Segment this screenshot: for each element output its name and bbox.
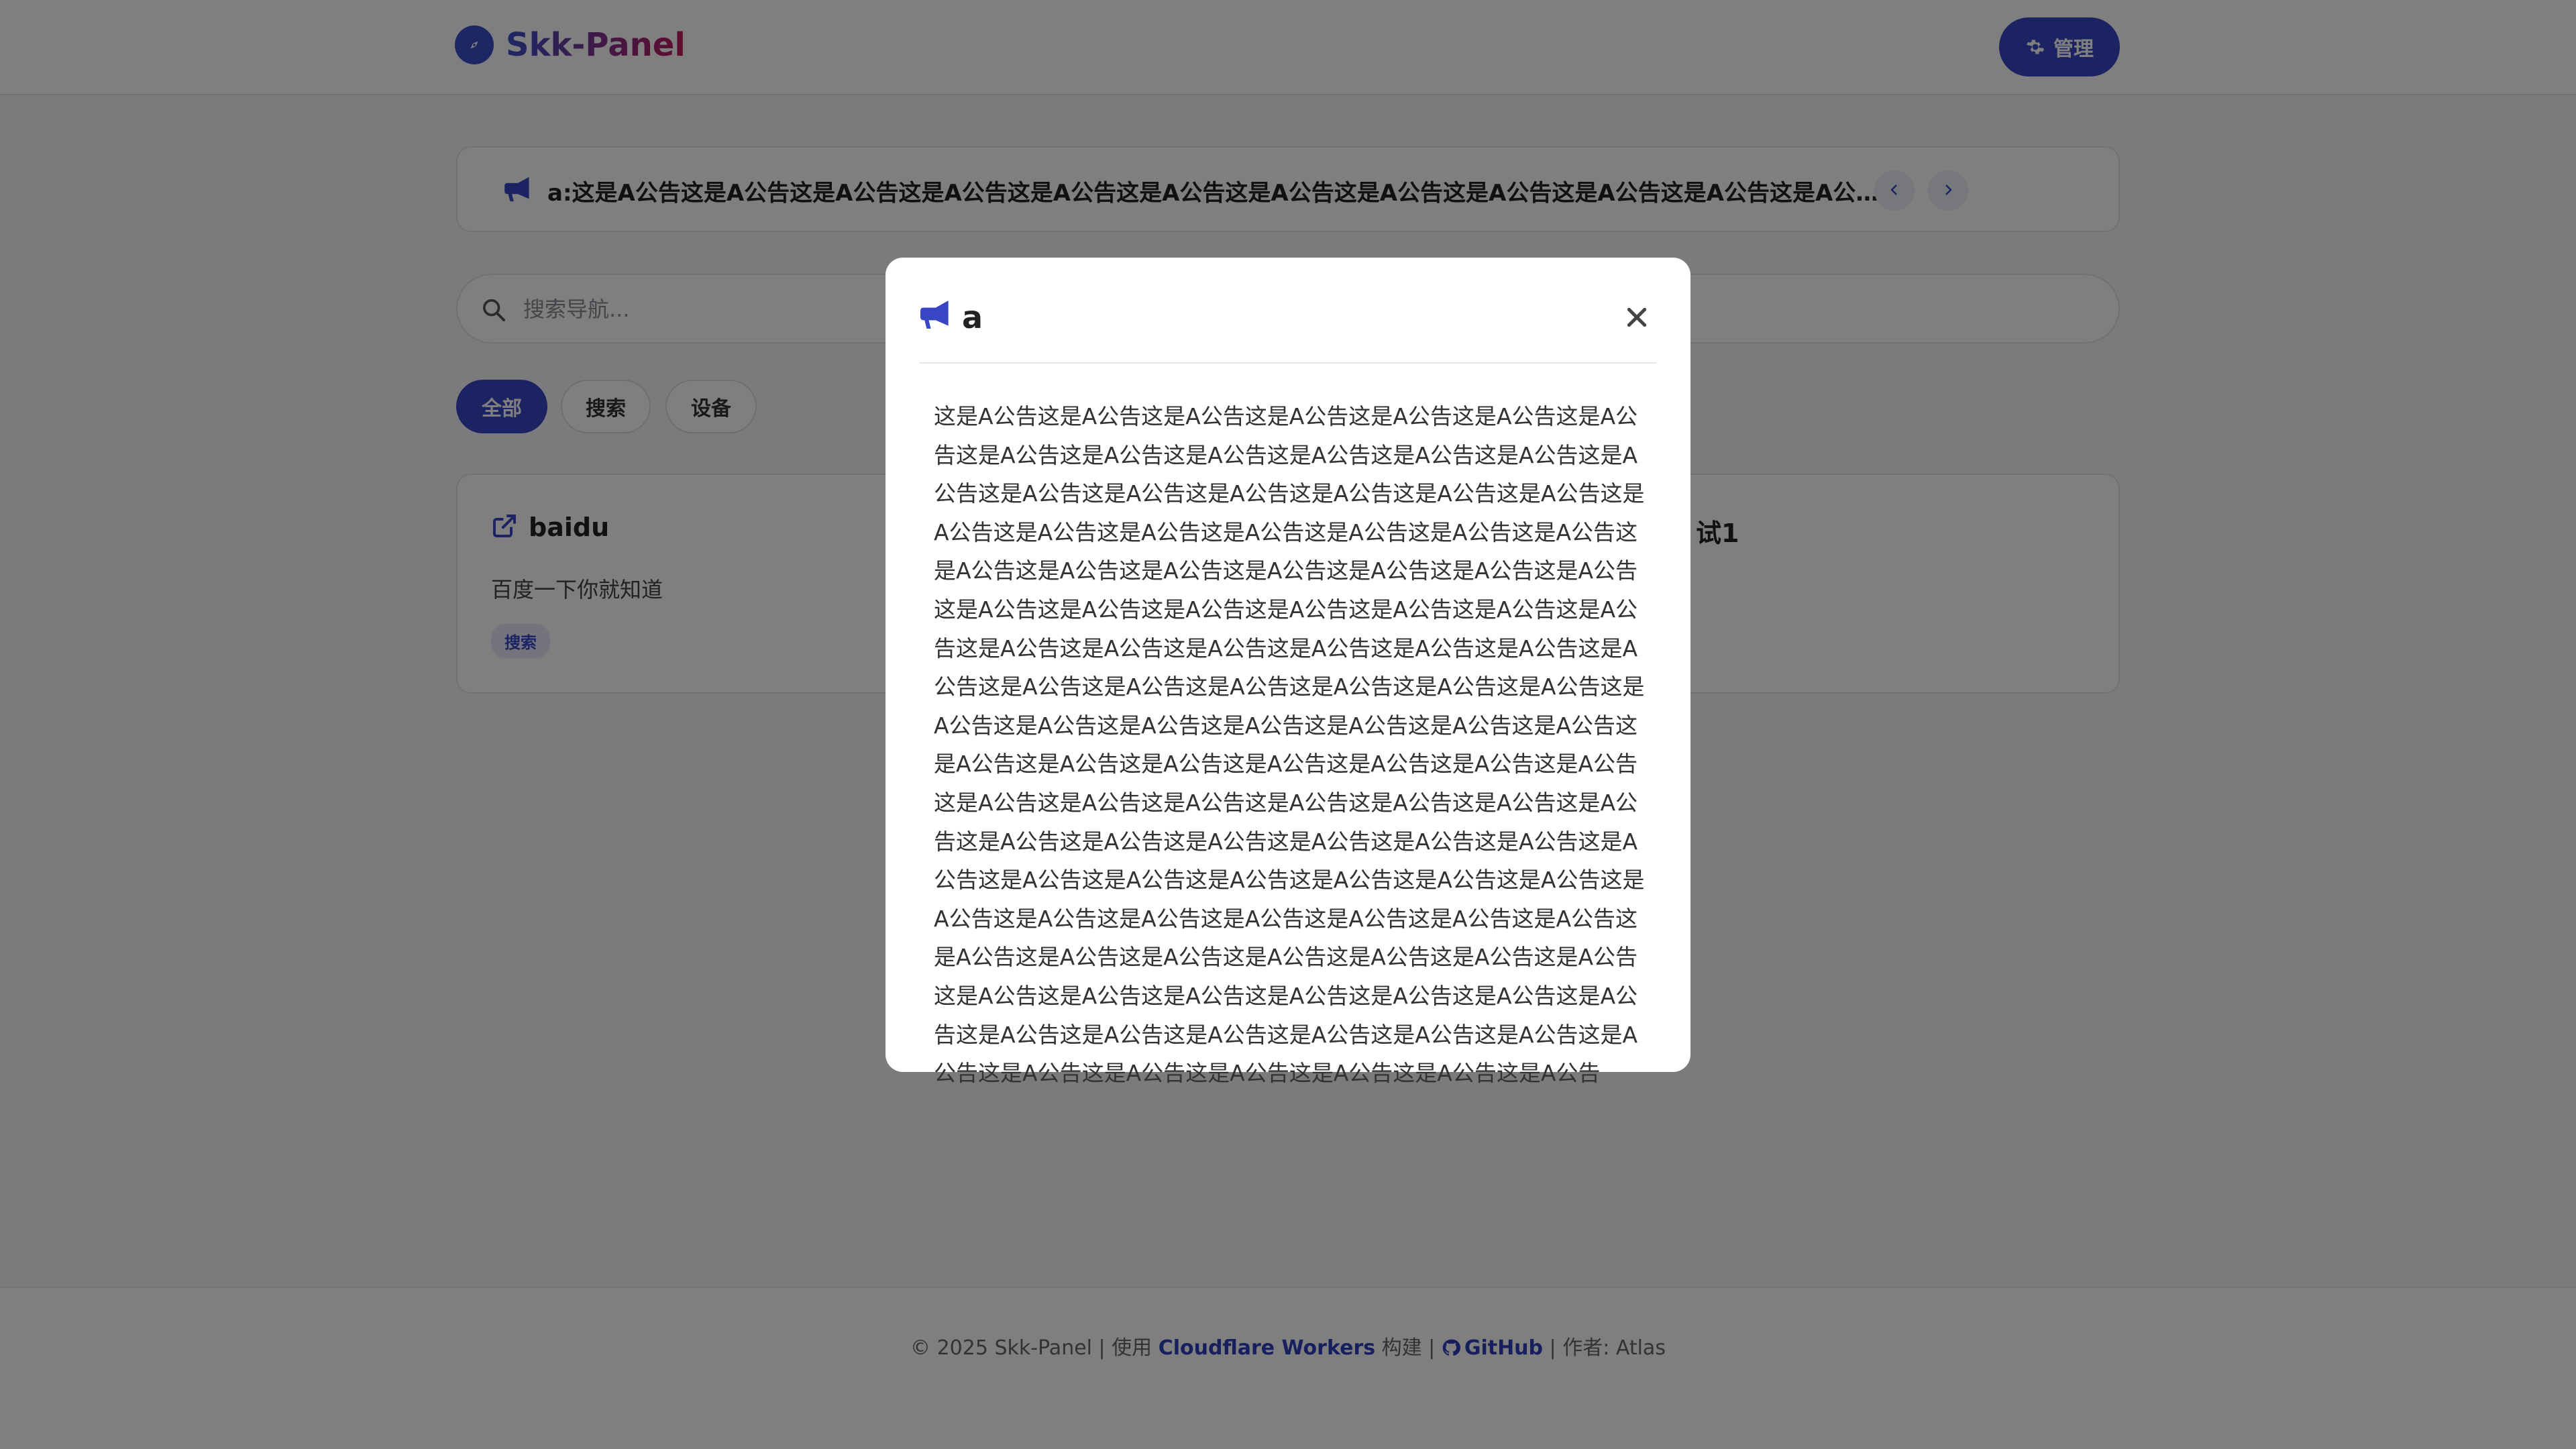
close-icon: [1623, 307, 1650, 333]
megaphone-icon: [920, 299, 954, 333]
announcement-modal: a 这是A公告这是A公告这是A公告这是A公告这是A公告这是A公告这是A公告这是A…: [885, 258, 1690, 1086]
modal-body-text: 这是A公告这是A公告这是A公告这是A公告这是A公告这是A公告这是A公告这是A公告…: [934, 403, 1645, 1087]
modal-close-button[interactable]: [1622, 303, 1652, 333]
modal-title: a: [962, 299, 983, 335]
modal-header: a: [919, 297, 1657, 364]
